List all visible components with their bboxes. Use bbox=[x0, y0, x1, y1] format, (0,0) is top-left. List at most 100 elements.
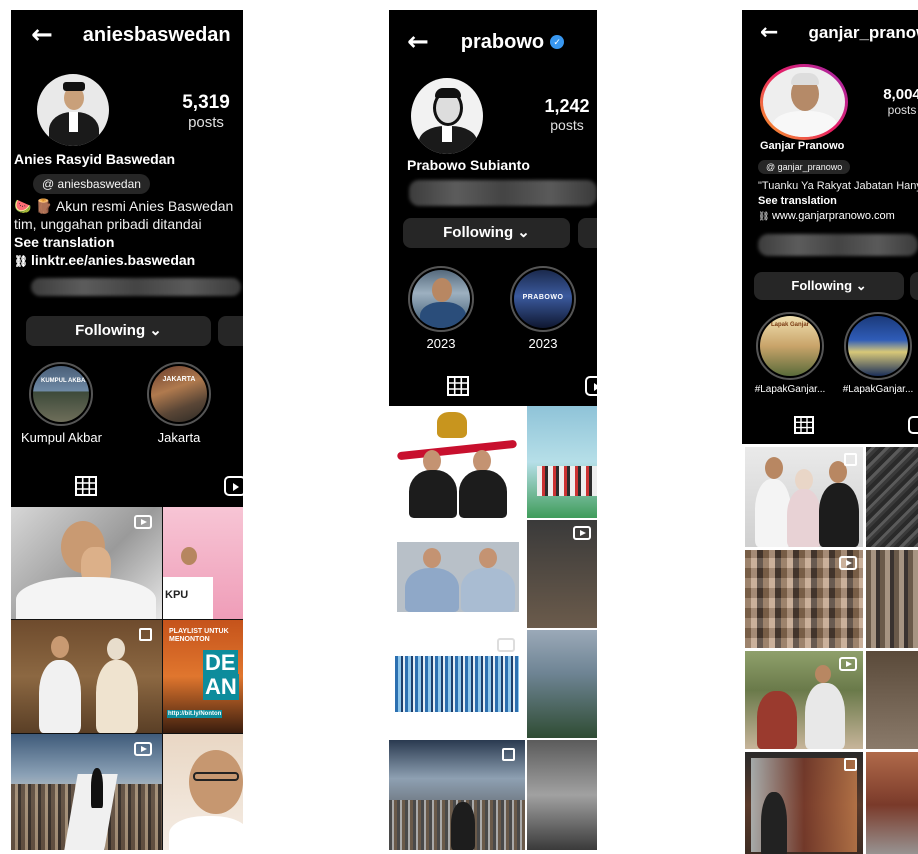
post-tile[interactable] bbox=[11, 734, 162, 850]
multiple-posts-icon bbox=[844, 758, 857, 771]
post-tile[interactable] bbox=[11, 620, 162, 733]
see-translation-link[interactable]: See translation bbox=[14, 234, 114, 250]
reels-tab-icon[interactable] bbox=[585, 376, 597, 396]
threads-handle: aniesbaswedan bbox=[57, 177, 141, 191]
profile-screen-anies: ← aniesbaswedan 5,319 posts Anies Rasyid… bbox=[11, 10, 243, 850]
redacted-area bbox=[409, 180, 597, 206]
full-name: Anies Rasyid Baswedan bbox=[14, 151, 176, 167]
posts-grid bbox=[742, 444, 918, 854]
highlight-caption: #LapakGanjar... bbox=[754, 384, 826, 395]
reels-tab-icon[interactable] bbox=[224, 476, 243, 496]
see-translation-link[interactable]: See translation bbox=[758, 195, 837, 207]
highlight-lapak-ganjar-b[interactable]: #LapakGanjar... bbox=[834, 312, 918, 395]
highlight-badge: JAKARTA bbox=[162, 376, 196, 383]
post-tile[interactable] bbox=[745, 550, 863, 648]
following-button[interactable]: Following ⌄ bbox=[403, 218, 570, 248]
bio-link[interactable]: ⛓ www.ganjarpranowo.com bbox=[758, 210, 895, 222]
reels-tab-icon[interactable] bbox=[908, 416, 918, 434]
highlight-2023-a[interactable]: 2023 bbox=[401, 266, 481, 351]
redacted-area bbox=[758, 234, 918, 256]
following-label: Following bbox=[443, 224, 514, 241]
posts-stat[interactable]: 8,004 posts bbox=[872, 86, 918, 117]
post-tile[interactable] bbox=[163, 734, 243, 850]
threads-badge[interactable]: @ ganjar_pranowo bbox=[758, 160, 851, 174]
reel-icon bbox=[839, 556, 857, 570]
back-arrow-icon[interactable]: ← bbox=[760, 22, 778, 44]
back-arrow-icon[interactable]: ← bbox=[31, 22, 53, 48]
post-text: DE bbox=[203, 650, 238, 676]
highlight-kumpul-akbar[interactable]: KUMPUL AKBAR Kumpul Akbar bbox=[21, 362, 102, 445]
posts-label: posts bbox=[887, 103, 917, 117]
post-tile[interactable] bbox=[527, 406, 597, 518]
grid-tab-icon[interactable] bbox=[794, 416, 814, 434]
top-bar: ← aniesbaswedan bbox=[11, 10, 243, 60]
highlight-caption: 2023 bbox=[426, 336, 456, 351]
profile-avatar[interactable] bbox=[411, 78, 483, 154]
link-text[interactable]: linktr.ee/anies.baswedan bbox=[31, 252, 195, 268]
reel-icon bbox=[134, 515, 152, 529]
message-button[interactable] bbox=[578, 218, 597, 248]
posts-stat[interactable]: 1,242 posts bbox=[535, 96, 597, 133]
posts-stat[interactable]: 5,319 posts bbox=[171, 92, 241, 131]
post-tile[interactable] bbox=[745, 447, 863, 547]
posts-grid: KPU PLAYLIST UNTUK MENONTON DE AN http:/… bbox=[11, 507, 243, 850]
link-text[interactable]: www.ganjarpranowo.com bbox=[772, 210, 895, 222]
posts-count: 5,319 bbox=[182, 92, 230, 113]
multiple-posts-icon bbox=[139, 628, 152, 641]
highlight-2023-b[interactable]: PRABOWO 2023 bbox=[503, 266, 583, 351]
multiple-posts-icon bbox=[502, 748, 515, 761]
post-text: AN bbox=[203, 674, 239, 700]
post-tile[interactable] bbox=[11, 507, 162, 619]
verified-badge-icon: ✓ bbox=[550, 35, 565, 49]
grid-tab-icon[interactable] bbox=[447, 376, 469, 396]
post-tile[interactable] bbox=[866, 651, 918, 749]
post-tile[interactable] bbox=[527, 740, 597, 850]
posts-count: 8,004 bbox=[883, 86, 918, 103]
reel-icon bbox=[573, 526, 591, 540]
message-button[interactable] bbox=[218, 316, 243, 346]
post-tile[interactable] bbox=[527, 520, 597, 628]
username-title: prabowo bbox=[460, 30, 545, 53]
post-text: KPU bbox=[165, 589, 189, 601]
highlight-badge: Lapak Ganjar bbox=[770, 322, 809, 328]
multiple-posts-icon bbox=[844, 453, 857, 466]
profile-screen-ganjar: ← ganjar_pranowo 8,004 posts Ganjar Pran… bbox=[742, 10, 918, 854]
post-tile[interactable] bbox=[389, 630, 525, 738]
posts-label: posts bbox=[550, 117, 584, 133]
post-tile[interactable]: PLAYLIST UNTUK MENONTON DE AN http://bit… bbox=[163, 620, 243, 733]
username-title: ganjar_pranowo bbox=[808, 23, 918, 42]
back-arrow-icon[interactable]: ← bbox=[407, 29, 429, 55]
posts-grid bbox=[389, 406, 597, 850]
link-icon: ⛓ bbox=[14, 256, 32, 268]
profile-screen-prabowo: ← prabowo ✓ 1,242 posts Prabowo Subianto… bbox=[389, 10, 597, 850]
link-icon: ⛓ bbox=[758, 211, 772, 221]
profile-avatar[interactable] bbox=[37, 74, 109, 146]
highlight-caption: Jakarta bbox=[157, 430, 201, 445]
chevron-down-icon: ⌄ bbox=[517, 224, 530, 241]
following-button[interactable]: Following ⌄ bbox=[754, 272, 904, 300]
message-button[interactable] bbox=[910, 272, 918, 300]
post-tile[interactable] bbox=[389, 520, 525, 628]
following-label: Following bbox=[791, 278, 853, 293]
redacted-area bbox=[31, 278, 241, 296]
post-tile[interactable] bbox=[389, 406, 525, 518]
post-tile[interactable] bbox=[527, 630, 597, 738]
following-button[interactable]: Following ⌄ bbox=[26, 316, 211, 346]
grid-tab-icon[interactable] bbox=[75, 476, 97, 496]
post-tile[interactable] bbox=[866, 550, 918, 648]
post-tile[interactable] bbox=[745, 651, 863, 749]
bio-link[interactable]: ⛓ linktr.ee/anies.baswedan bbox=[14, 252, 195, 268]
profile-avatar[interactable] bbox=[760, 64, 848, 140]
post-tile[interactable] bbox=[866, 447, 918, 547]
highlight-jakarta[interactable]: JAKARTA Jakarta bbox=[139, 362, 219, 445]
post-tile[interactable] bbox=[745, 752, 863, 854]
highlight-lapak-ganjar-a[interactable]: Lapak Ganjar #LapakGanjar... bbox=[746, 312, 834, 395]
posts-count: 1,242 bbox=[544, 96, 590, 116]
threads-badge[interactable]: @ aniesbaswedan bbox=[33, 174, 150, 194]
post-tile[interactable] bbox=[389, 740, 525, 850]
post-text: PLAYLIST UNTUK MENONTON bbox=[169, 628, 229, 643]
top-bar: ← prabowo ✓ bbox=[389, 10, 597, 74]
post-tile[interactable]: KPU bbox=[163, 507, 243, 619]
post-text: http://bit.ly/Nonton bbox=[167, 710, 223, 718]
post-tile[interactable] bbox=[866, 752, 918, 854]
